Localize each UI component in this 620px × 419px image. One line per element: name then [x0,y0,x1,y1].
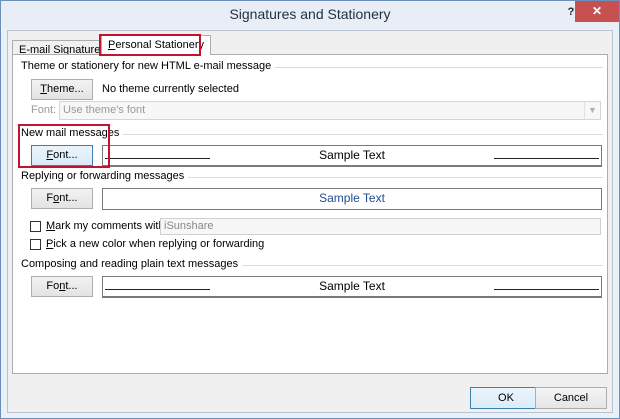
new-mail-font-button-post: ont... [53,149,78,161]
mark-comments-input[interactable]: iSunshare [160,218,601,235]
theme-font-select[interactable]: Use theme's font ▼ [59,101,601,120]
close-button[interactable]: ✕ [575,1,619,22]
plain-text-group-title: Composing and reading plain text message… [21,258,243,270]
pick-color-checkbox[interactable] [30,239,41,250]
reply-font-button-post: nt... [59,192,78,204]
signatures-dialog: Signatures and Stationery ? ✕ E-mail Sig… [0,0,620,419]
theme-font-select-value: Use theme's font [63,104,146,116]
plain-text-font-button-pre: Fo [46,280,60,292]
mark-comments-label-key: M [46,220,56,232]
new-mail-font-button[interactable]: Font... [31,145,93,166]
ok-button[interactable]: OK [470,387,542,409]
mark-comments-label: Mark my comments with: [46,220,168,232]
new-mail-sample-text: Sample Text [102,145,602,167]
sample-line-left [105,289,210,290]
tab-personal-stationery-post: ersonal Stationery [115,39,205,51]
cancel-button[interactable]: Cancel [535,387,607,409]
tab-personal-stationery[interactable]: Personal Stationery [101,35,212,55]
reply-group-title: Replying or forwarding messages [21,170,189,182]
chevron-down-icon: ▼ [584,102,600,119]
reply-sample-label: Sample Text [319,191,385,205]
theme-button-key: T [40,83,48,95]
mark-comments-checkbox[interactable] [30,221,41,232]
theme-group-title: Theme or stationery for new HTML e-mail … [21,60,276,72]
plain-text-font-button[interactable]: Font... [31,276,93,297]
plain-text-sample-text: Sample Text [102,276,602,298]
dialog-client-area: E-mail Signature Theme or stationery for… [7,30,613,413]
new-mail-sample-label: Sample Text [319,148,385,162]
reply-font-button[interactable]: Font... [31,188,93,209]
window-title: Signatures and Stationery [229,6,391,22]
new-mail-group-title: New mail messages [21,127,124,139]
theme-status-text: No theme currently selected [102,83,239,95]
title-bar: Signatures and Stationery ? ✕ [1,1,619,29]
tab-panel-personal-stationery: Theme or stationery for new HTML e-mail … [12,54,608,374]
sample-line-right [494,289,599,290]
theme-button-post: heme... [47,83,84,95]
plain-text-font-button-post: t... [65,280,78,292]
pick-color-label-post: ick a new color when replying or forward… [53,238,265,250]
theme-button[interactable]: Theme... [31,79,93,100]
sample-line-left [105,158,210,159]
close-icon: ✕ [591,4,603,18]
reply-sample-text: Sample Text [102,188,602,210]
font-label: Font: [31,104,57,116]
sample-line-right [494,158,599,159]
mark-comments-label-post: ark my comments with: [55,220,168,232]
plain-text-sample-label: Sample Text [319,279,385,293]
pick-color-label: Pick a new color when replying or forwar… [46,238,264,250]
